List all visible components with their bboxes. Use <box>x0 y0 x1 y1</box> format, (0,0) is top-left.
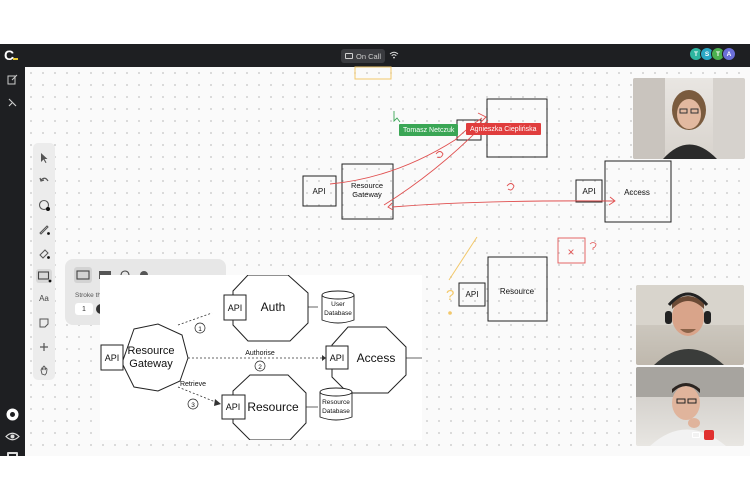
sticky-note-tool[interactable] <box>38 316 50 328</box>
participant-video-tile[interactable] <box>636 285 744 365</box>
avatar[interactable]: A <box>722 47 736 61</box>
hand-tool[interactable] <box>38 363 50 376</box>
cursor-icon <box>41 153 48 163</box>
undo-tool[interactable] <box>38 174 50 186</box>
diagram-resource-db-label-2: Database <box>322 408 350 415</box>
pen-icon <box>39 225 50 235</box>
pointer-sketch-icon[interactable] <box>7 97 18 108</box>
on-call-button[interactable]: On Call <box>341 49 385 63</box>
collaborator-cursor-label: Agnieszka Cieplińska <box>466 123 541 135</box>
participant-video-frame <box>633 78 745 159</box>
text-tool[interactable]: Aa <box>38 293 50 305</box>
color-palette-tool[interactable] <box>38 198 50 211</box>
add-tool[interactable] <box>38 340 50 352</box>
rectangle-icon <box>37 271 52 283</box>
text-tool-label: Aa <box>39 294 49 303</box>
rectangle-outline-option[interactable] <box>74 267 92 283</box>
diagram-gateway-label-1: Resource <box>127 345 174 357</box>
shape-tool[interactable] <box>36 269 52 283</box>
diagram-step-1: 1 <box>198 326 202 333</box>
diagram-resource-db-label-1: Resource <box>322 399 350 406</box>
diagram-step-3: 3 <box>191 402 195 409</box>
diagram-api-label: API <box>226 402 241 412</box>
camera-toggle-icon[interactable] <box>692 432 700 438</box>
logo-accent <box>13 58 18 60</box>
collaborator-cursor-label: Tomasz Netczuk <box>399 124 459 136</box>
sticky-note-icon <box>39 318 49 328</box>
participant-avatars: T S T A <box>689 47 736 61</box>
diagram-api-label: API <box>330 353 345 363</box>
undo-icon <box>39 177 49 182</box>
edit-icon[interactable] <box>7 74 18 85</box>
pasted-diagram-image[interactable]: API Resource Gateway API Auth User Datab… <box>100 275 422 440</box>
diagram-api-label: API <box>105 353 120 363</box>
diagram-access-label: Access <box>357 351 396 365</box>
palette-icon <box>38 199 50 211</box>
eraser-icon <box>39 249 50 259</box>
settings-icon[interactable] <box>5 407 20 422</box>
participant-video-tile[interactable] <box>633 78 745 159</box>
drawing-toolbar: Aa <box>33 143 55 380</box>
stroke-thickness-value[interactable]: 1 <box>75 303 93 315</box>
pen-tool[interactable] <box>38 222 50 235</box>
select-tool[interactable] <box>38 151 50 163</box>
participant-video-frame <box>636 285 744 365</box>
diagram-gateway-label-2: Gateway <box>129 358 173 370</box>
diagram-auth-label: Auth <box>261 300 286 314</box>
chat-icon[interactable] <box>5 448 20 456</box>
plus-icon <box>40 343 48 351</box>
hang-up-button[interactable] <box>704 430 714 440</box>
diagram-authorise-label: Authorise <box>245 350 275 357</box>
diagram-user-db-label-2: Database <box>324 310 352 317</box>
participant-video-tile[interactable] <box>636 367 744 446</box>
eraser-tool[interactable] <box>38 246 50 259</box>
top-bar: C On Call T S T A <box>0 44 750 67</box>
eye-icon[interactable] <box>5 429 20 444</box>
call-status-label: On Call <box>356 51 382 61</box>
video-camera-icon <box>345 53 353 59</box>
app-logo[interactable]: C <box>4 47 14 63</box>
wifi-icon <box>389 51 399 59</box>
diagram-retrieve-label: Retrieve <box>180 381 206 388</box>
diagram-step-2: 2 <box>258 364 262 371</box>
left-sidebar <box>0 67 25 456</box>
hand-icon <box>40 365 48 376</box>
participant-video-frame <box>636 367 744 446</box>
diagram-user-db-label-1: User <box>331 301 346 308</box>
diagram-api-label: API <box>228 303 243 313</box>
diagram-resource-label: Resource <box>247 400 299 414</box>
